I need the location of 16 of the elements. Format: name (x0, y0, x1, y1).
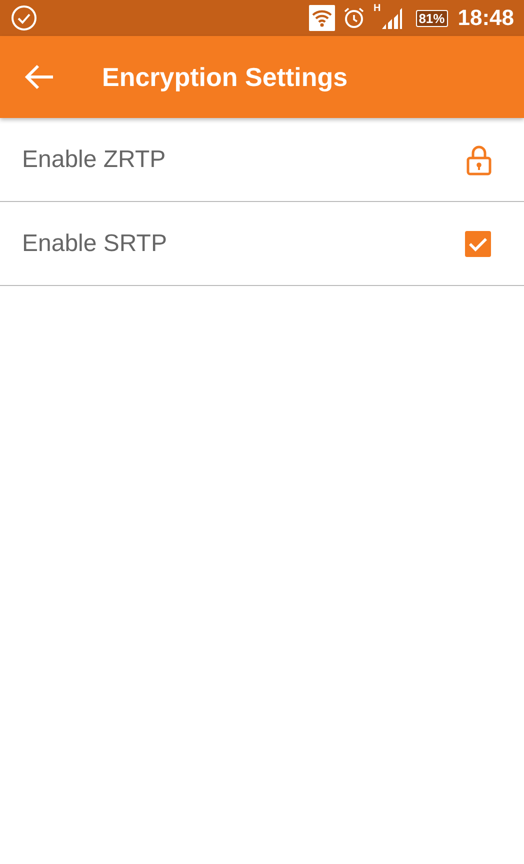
alarm-clock-icon (343, 7, 366, 29)
setting-label: Enable SRTP (22, 230, 167, 258)
lock-icon (466, 144, 492, 176)
clock-time: 18:48 (458, 5, 514, 31)
setting-row[interactable]: Enable SRTP (0, 202, 524, 286)
setting-label: Enable ZRTP (22, 146, 166, 174)
back-button[interactable] (24, 64, 54, 90)
screen-title: Encryption Settings (102, 62, 348, 92)
wifi-icon (309, 5, 336, 31)
setting-row[interactable]: Enable ZRTP (0, 118, 524, 202)
checkbox[interactable] (464, 230, 492, 258)
back-arrow-icon (24, 64, 54, 90)
signal-icon (380, 7, 402, 29)
battery-level: 81% (416, 10, 448, 26)
network-type-label: H (373, 3, 381, 14)
check-circle-icon (10, 4, 38, 32)
